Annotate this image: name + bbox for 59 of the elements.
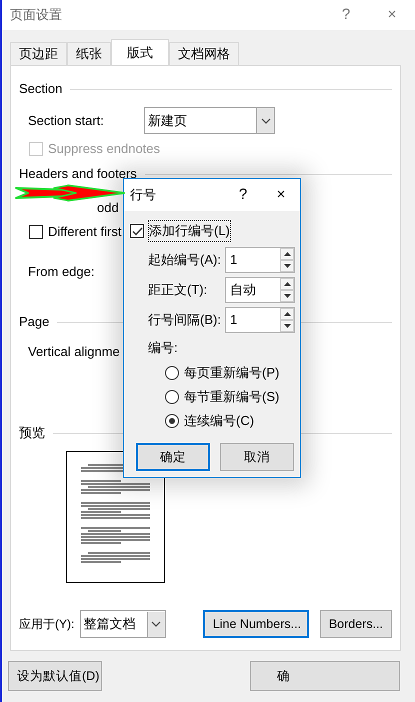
- field-label: Section start:: [28, 112, 105, 130]
- caret-icon: [151, 621, 162, 627]
- apply-to-dropdown[interactable]: 整篇文档: [80, 610, 166, 638]
- button[interactable]: 确定: [136, 443, 210, 471]
- button[interactable]: 确: [250, 661, 400, 691]
- checkbox-label: odd: [97, 199, 119, 218]
- field-label: 起始编号(A):: [148, 251, 222, 270]
- group-heading: Section: [19, 80, 62, 98]
- checkbox-label: Different first: [48, 223, 122, 242]
- button[interactable]: 取消: [220, 443, 294, 471]
- radio-button[interactable]: [165, 366, 179, 380]
- caret-icon: [260, 118, 270, 124]
- help-button[interactable]: ?: [224, 184, 262, 206]
- button[interactable]: 设为默认值(D): [8, 661, 102, 691]
- close-button[interactable]: ×: [369, 4, 415, 26]
- radio-label: 每节重新编号(S): [184, 388, 280, 406]
- group-heading: Headers and footers: [19, 165, 137, 184]
- spin-up-button[interactable]: [280, 308, 294, 320]
- field-label: From edge:: [28, 263, 94, 282]
- spin-down-button[interactable]: [280, 260, 294, 272]
- spin-field[interactable]: 1: [225, 307, 295, 333]
- checkbox[interactable]: [130, 224, 144, 238]
- field-label: Vertical alignme: [28, 343, 120, 362]
- up-arrow-icon: [284, 312, 290, 316]
- spin-field[interactable]: 自动: [225, 277, 295, 303]
- tab[interactable]: 版式: [111, 39, 169, 65]
- dialog-title: 行号: [130, 186, 157, 204]
- field-label: 应用于(Y):: [19, 616, 76, 633]
- field-label: 距正文(T):: [148, 281, 208, 300]
- spin-down-button[interactable]: [280, 320, 294, 332]
- close-button[interactable]: ×: [262, 184, 300, 206]
- tab[interactable]: 文档网格: [169, 42, 239, 65]
- group-heading: 预览: [19, 424, 45, 442]
- spin-field[interactable]: 1: [225, 247, 295, 273]
- tab[interactable]: 页边距: [10, 42, 67, 65]
- down-arrow-icon: [284, 324, 290, 328]
- window-title: 页面设置: [10, 6, 63, 24]
- tab[interactable]: 纸张: [67, 42, 111, 65]
- button[interactable]: Line Numbers...: [202, 610, 309, 638]
- field-label: 行号间隔(B):: [148, 311, 222, 330]
- radio-button[interactable]: [165, 390, 179, 404]
- checkbox-label: 添加行编号(L): [149, 221, 230, 241]
- radio-button[interactable]: [165, 414, 179, 428]
- group-heading: Page: [19, 313, 50, 332]
- radio-label: 每页重新编号(P): [184, 364, 280, 382]
- radio-label: 连续编号(C): [184, 412, 254, 430]
- down-arrow-icon: [284, 294, 290, 298]
- group-label: 编号:: [148, 339, 178, 358]
- checkbox-label: Suppress endnotes: [48, 140, 160, 158]
- spin-down-button[interactable]: [280, 290, 294, 302]
- spin-up-button[interactable]: [280, 278, 294, 290]
- down-arrow-icon: [284, 264, 290, 268]
- spin-up-button[interactable]: [280, 248, 294, 260]
- up-arrow-icon: [284, 282, 290, 286]
- checkbox[interactable]: [29, 225, 43, 239]
- up-arrow-icon: [284, 252, 290, 256]
- help-button[interactable]: ?: [323, 4, 369, 26]
- section-start-dropdown[interactable]: 新建页: [144, 107, 275, 134]
- button[interactable]: Borders...: [320, 610, 392, 638]
